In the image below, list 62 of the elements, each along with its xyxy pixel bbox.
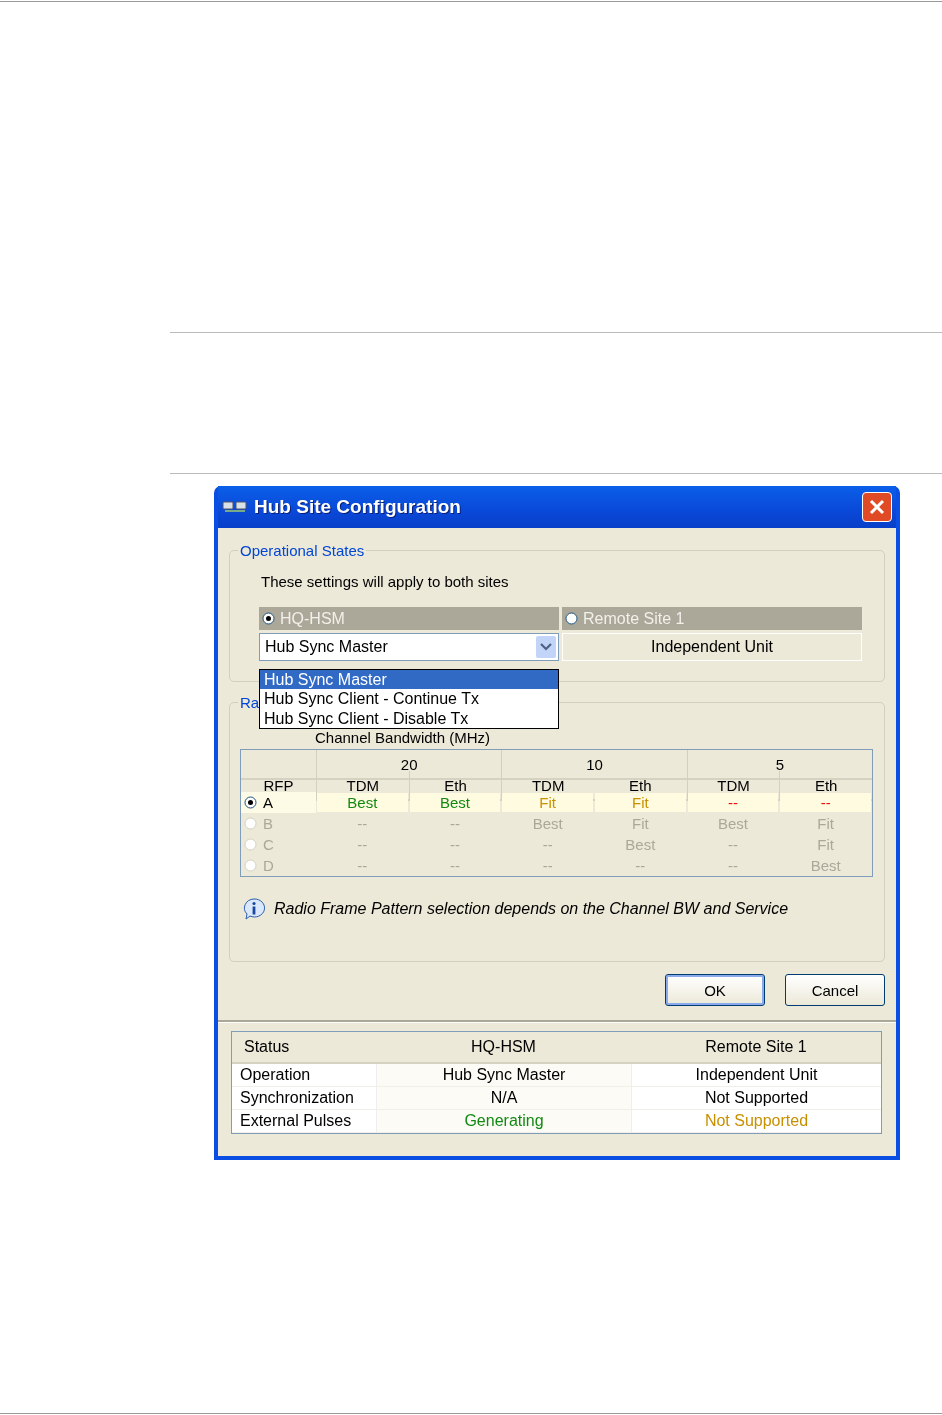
- column-header: Remote Site 1: [631, 1032, 881, 1064]
- info-icon: [242, 897, 266, 921]
- close-icon: [868, 498, 886, 516]
- info-text: Radio Frame Pattern selection depends on the Channel BW and Service: [274, 900, 789, 918]
- bandwidth-label: Channel Bandwidth (MHz): [315, 729, 491, 746]
- table-cell-text: Best: [531, 814, 564, 833]
- column-header: 5: [686, 750, 872, 780]
- row-label: B: [263, 815, 273, 832]
- table-cell-text: --: [449, 856, 461, 875]
- table-cell: Fit: [502, 793, 593, 812]
- table-cell: Not Supported: [631, 1110, 881, 1133]
- table-cell: Not Supported: [631, 1087, 881, 1110]
- row-label: D: [263, 857, 274, 874]
- table-cell-text: Best: [717, 814, 749, 833]
- table-cell-text: Best: [624, 835, 657, 854]
- table-cell: Best: [317, 793, 408, 812]
- group-title: Operational States: [239, 542, 366, 559]
- table-cell: --: [687, 793, 779, 812]
- column-header: HQ-HSM: [376, 1032, 631, 1064]
- table-cell-text: --: [541, 856, 554, 875]
- table-cell: Generating: [376, 1110, 631, 1133]
- table-cell-text: --: [541, 835, 554, 854]
- table-cell-text: --: [727, 856, 739, 875]
- dropdown[interactable]: Hub Sync Master: [259, 633, 559, 661]
- group-title: Ra: [239, 694, 261, 711]
- radio-button[interactable]: [262, 612, 275, 625]
- row-label: C: [263, 836, 274, 853]
- table-cell-text: --: [356, 814, 369, 833]
- table-cell: N/A: [376, 1087, 631, 1110]
- column-header: 20: [316, 750, 502, 780]
- close-button[interactable]: [862, 492, 892, 522]
- note-text: These settings will apply to both sites: [261, 573, 509, 590]
- table-cell-text: --: [449, 835, 461, 854]
- table-cell-text: --: [634, 856, 647, 875]
- table-cell-text: Best: [809, 856, 842, 875]
- window-title: Hub Site Configuration: [254, 496, 462, 518]
- radio-label: Remote Site 1: [583, 609, 685, 628]
- table-cell-text: Fit: [816, 835, 835, 854]
- table-cell-text: --: [356, 856, 369, 875]
- table-cell-text: Fit: [816, 814, 835, 833]
- table-cell: Best: [409, 793, 501, 812]
- radio-button[interactable]: [244, 796, 257, 809]
- dialog-button[interactable]: Cancel: [785, 974, 885, 1006]
- dropdown-option[interactable]: Hub Sync Client - Disable Tx: [260, 708, 558, 728]
- dialog-button[interactable]: OK: [665, 974, 765, 1006]
- table-cell: --: [780, 793, 871, 812]
- table-cell-text: --: [449, 814, 461, 833]
- dropdown-option[interactable]: Hub Sync Client - Continue Tx: [260, 689, 558, 709]
- table-cell: Independent Unit: [631, 1064, 881, 1087]
- dropdown-option[interactable]: Hub Sync Master: [260, 670, 558, 690]
- table-cell: Hub Sync Master: [376, 1064, 631, 1087]
- site-value: Independent Unit: [562, 633, 862, 661]
- table-cell: Fit: [595, 793, 686, 812]
- column-header: Status: [232, 1032, 376, 1064]
- radio-button[interactable]: [565, 612, 578, 625]
- chevron-down-icon: [536, 636, 556, 658]
- table-cell-text: --: [727, 835, 739, 854]
- radio-label: HQ-HSM: [280, 609, 345, 628]
- table-cell-text: Fit: [631, 814, 650, 833]
- network-icon: [222, 500, 248, 514]
- table-cell-text: --: [356, 835, 369, 854]
- column-header: 10: [501, 750, 687, 780]
